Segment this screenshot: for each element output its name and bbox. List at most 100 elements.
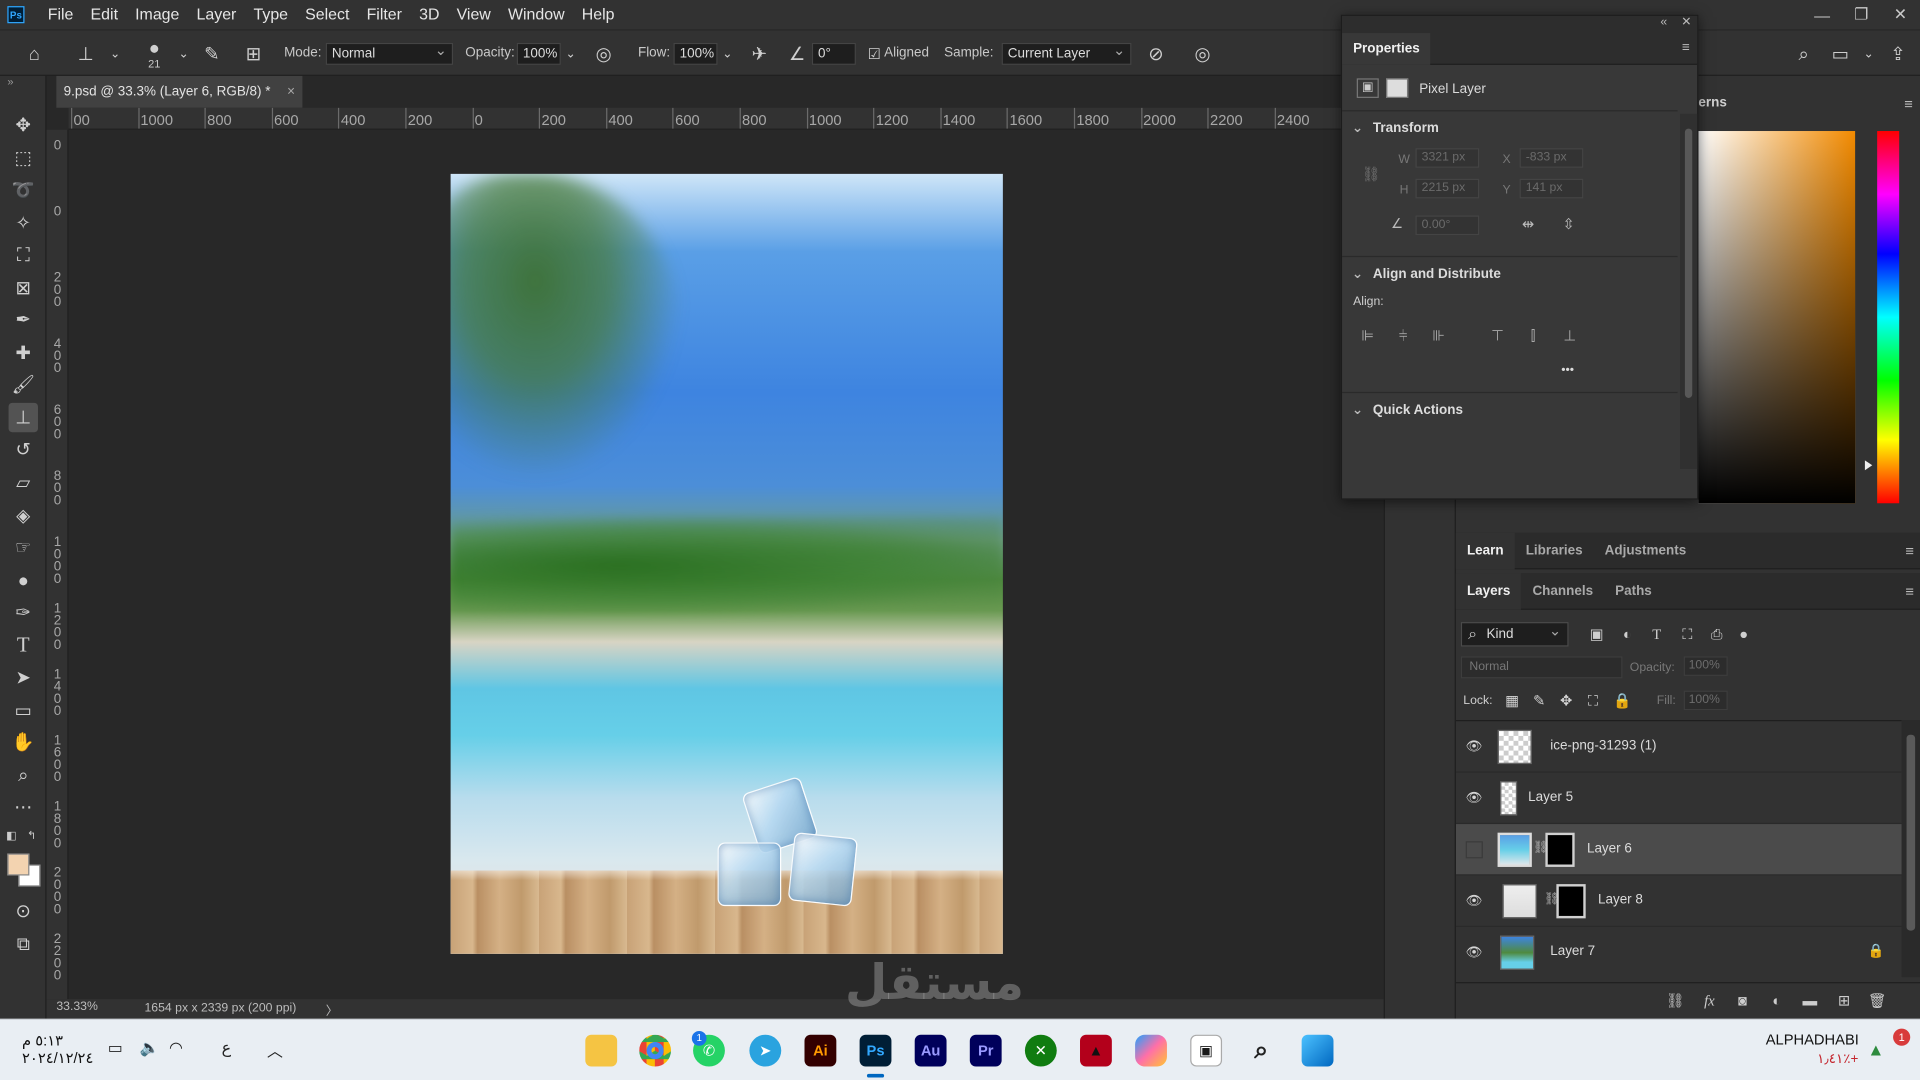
stock-chart-icon[interactable]: ▲ bbox=[1867, 1040, 1884, 1060]
width-input[interactable]: 3321 px bbox=[1415, 148, 1480, 168]
search-icon[interactable]: ⌕ bbox=[1245, 1035, 1277, 1067]
airbrush-icon[interactable]: ✈ bbox=[747, 42, 771, 66]
tab-layers[interactable]: Layers bbox=[1455, 572, 1522, 610]
lock-all-icon[interactable]: 🔒 bbox=[1613, 691, 1633, 711]
zoom-level[interactable]: 33.33% bbox=[56, 1000, 98, 1013]
more-tools-icon[interactable]: ⋯ bbox=[9, 792, 38, 821]
quick-mask-icon[interactable]: ⊙ bbox=[9, 896, 38, 925]
chrome-icon[interactable] bbox=[639, 1034, 672, 1067]
lasso-tool-icon[interactable]: ➰ bbox=[9, 175, 38, 204]
filter-adjustment-icon[interactable]: ◐ bbox=[1616, 623, 1638, 645]
opacity-input[interactable]: 100% bbox=[516, 42, 561, 65]
layer-opacity-input[interactable]: 100% bbox=[1683, 656, 1728, 676]
delete-layer-icon[interactable]: 🗑 bbox=[1866, 992, 1888, 1012]
filter-toggle-icon[interactable]: ● bbox=[1733, 623, 1755, 645]
rectangle-tool-icon[interactable]: ▭ bbox=[9, 696, 38, 725]
clone-stamp-preset-icon[interactable]: ⊥ bbox=[73, 42, 97, 66]
home-icon[interactable]: ⌂ bbox=[22, 42, 46, 66]
pen-tool-icon[interactable]: ✑ bbox=[9, 598, 38, 627]
layer-row-layer-8[interactable]: 👁 ⛓ Layer 8 bbox=[1455, 876, 1902, 927]
panel-menu-icon[interactable]: ≡ bbox=[1682, 40, 1690, 55]
close-icon[interactable]: × bbox=[287, 76, 295, 108]
menu-window[interactable]: Window bbox=[499, 0, 573, 29]
new-layer-icon[interactable]: ⊞ bbox=[1833, 992, 1855, 1012]
hue-slider[interactable] bbox=[1877, 131, 1900, 504]
menu-help[interactable]: Help bbox=[573, 0, 623, 29]
audition-icon[interactable]: Au bbox=[914, 1034, 947, 1067]
layer-name[interactable]: Layer 8 bbox=[1598, 893, 1643, 908]
sample-select[interactable]: Current Layer bbox=[1001, 42, 1132, 65]
chevron-down-icon[interactable]: ⌄ bbox=[1856, 42, 1880, 66]
brush-tool-icon[interactable]: 🖌 bbox=[9, 370, 38, 399]
fx-icon[interactable]: fx bbox=[1698, 992, 1720, 1012]
dodge-tool-icon[interactable]: ● bbox=[9, 566, 38, 595]
mask-link-icon[interactable]: ⛓ bbox=[1533, 841, 1549, 854]
ignore-adjustment-icon[interactable]: ⊘ bbox=[1144, 42, 1168, 66]
search-icon[interactable]: ⌕ bbox=[1791, 42, 1815, 66]
canvas-area[interactable] bbox=[68, 129, 1384, 1000]
status-menu-arrow-icon[interactable]: 〉 bbox=[326, 1000, 338, 1018]
angle-input[interactable]: 0° bbox=[811, 42, 856, 65]
notification-badge[interactable]: 1 bbox=[1893, 1028, 1911, 1046]
align-section-title[interactable]: Align and Distribute bbox=[1352, 266, 1501, 282]
chevron-down-icon[interactable]: ⌄ bbox=[103, 42, 127, 66]
hand-tool-icon[interactable]: ✋ bbox=[9, 727, 38, 756]
visibility-eye-icon[interactable]: 👁 bbox=[1466, 738, 1483, 755]
pressure-opacity-icon[interactable]: ◎ bbox=[591, 42, 615, 66]
clone-source-icon[interactable]: ⊞ bbox=[241, 42, 265, 66]
layer-row-ice[interactable]: 👁 ice-png-31293 (1) bbox=[1455, 721, 1902, 773]
menu-3d[interactable]: 3D bbox=[411, 0, 449, 29]
blend-mode-select[interactable]: Normal bbox=[1460, 656, 1623, 679]
layers-scrollbar[interactable] bbox=[1901, 720, 1920, 978]
menu-select[interactable]: Select bbox=[297, 0, 358, 29]
y-input[interactable]: 141 px bbox=[1519, 178, 1584, 199]
minimize-button[interactable]: — bbox=[1802, 0, 1841, 29]
layer-row-layer-6[interactable]: ⛓ Layer 6 bbox=[1455, 824, 1902, 876]
close-button[interactable]: ✕ bbox=[1881, 0, 1920, 29]
layer-name[interactable]: Layer 5 bbox=[1528, 790, 1573, 805]
filter-type-icon[interactable]: T bbox=[1646, 623, 1668, 645]
menu-type[interactable]: Type bbox=[245, 0, 297, 29]
menu-filter[interactable]: Filter bbox=[358, 0, 411, 29]
marquee-tool-icon[interactable]: ⬚ bbox=[9, 143, 38, 172]
link-dimensions-icon[interactable]: ⛓ bbox=[1362, 165, 1381, 182]
share-icon[interactable]: ⇪ bbox=[1886, 42, 1910, 66]
lock-position-icon[interactable]: ✥ bbox=[1556, 691, 1576, 711]
lock-artboard-icon[interactable]: ⛶ bbox=[1583, 691, 1603, 711]
document-tab[interactable]: 9.psd @ 33.3% (Layer 6, RGB/8) * × bbox=[56, 75, 303, 108]
tab-channels[interactable]: Channels bbox=[1521, 572, 1604, 609]
clock[interactable]: ٥:١٣ م ٢٠٢٤/١٢/٢٤ bbox=[22, 1032, 93, 1066]
healing-tool-icon[interactable]: ✚ bbox=[9, 338, 38, 367]
battery-icon[interactable]: ▭ bbox=[108, 1038, 123, 1058]
app-white-icon[interactable]: ▣ bbox=[1190, 1034, 1223, 1067]
menu-layer[interactable]: Layer bbox=[188, 0, 245, 29]
visibility-eye-icon[interactable]: 👁 bbox=[1466, 790, 1483, 807]
mask-link-icon[interactable]: ⛓ bbox=[1544, 893, 1560, 906]
lock-transparent-icon[interactable]: ▦ bbox=[1502, 691, 1522, 711]
layer-row-layer-7[interactable]: 👁 Layer 7 🔒 bbox=[1455, 927, 1902, 978]
align-middle-v-icon[interactable]: ⫿ bbox=[1523, 327, 1543, 347]
rotation-input[interactable]: 0.00° bbox=[1415, 215, 1480, 236]
layer-mask-thumbnail[interactable] bbox=[1545, 832, 1575, 867]
tab-learn[interactable]: Learn bbox=[1455, 532, 1515, 569]
tab-libraries[interactable]: Libraries bbox=[1515, 532, 1594, 569]
visibility-eye-icon[interactable]: 👁 bbox=[1466, 893, 1483, 910]
close-icon[interactable]: ✕ bbox=[1681, 16, 1691, 29]
brush-preset-icon[interactable]: ● bbox=[142, 36, 166, 60]
align-left-icon[interactable]: ⊫ bbox=[1358, 327, 1378, 347]
menu-image[interactable]: Image bbox=[127, 0, 188, 29]
smudge-tool-icon[interactable]: ☞ bbox=[9, 533, 38, 562]
layer-fill-input[interactable]: 100% bbox=[1683, 690, 1728, 711]
more-options-icon[interactable]: ••• bbox=[1561, 364, 1574, 377]
default-colors-icon[interactable]: ◧ bbox=[6, 829, 16, 842]
visibility-off-icon[interactable] bbox=[1465, 841, 1483, 859]
input-language[interactable]: ع bbox=[222, 1038, 232, 1058]
quick-select-tool-icon[interactable]: ✧ bbox=[9, 208, 38, 237]
tab-paths[interactable]: Paths bbox=[1604, 572, 1663, 609]
illustrator-icon[interactable]: Ai bbox=[804, 1034, 837, 1067]
volume-icon[interactable]: 🔈 bbox=[140, 1038, 160, 1058]
workspace-icon[interactable]: ▭ bbox=[1828, 42, 1852, 66]
panel-menu-icon[interactable]: ≡ bbox=[1905, 542, 1914, 559]
x-input[interactable]: -833 px bbox=[1519, 148, 1584, 168]
aligned-checkbox[interactable]: ☑ bbox=[862, 42, 886, 66]
